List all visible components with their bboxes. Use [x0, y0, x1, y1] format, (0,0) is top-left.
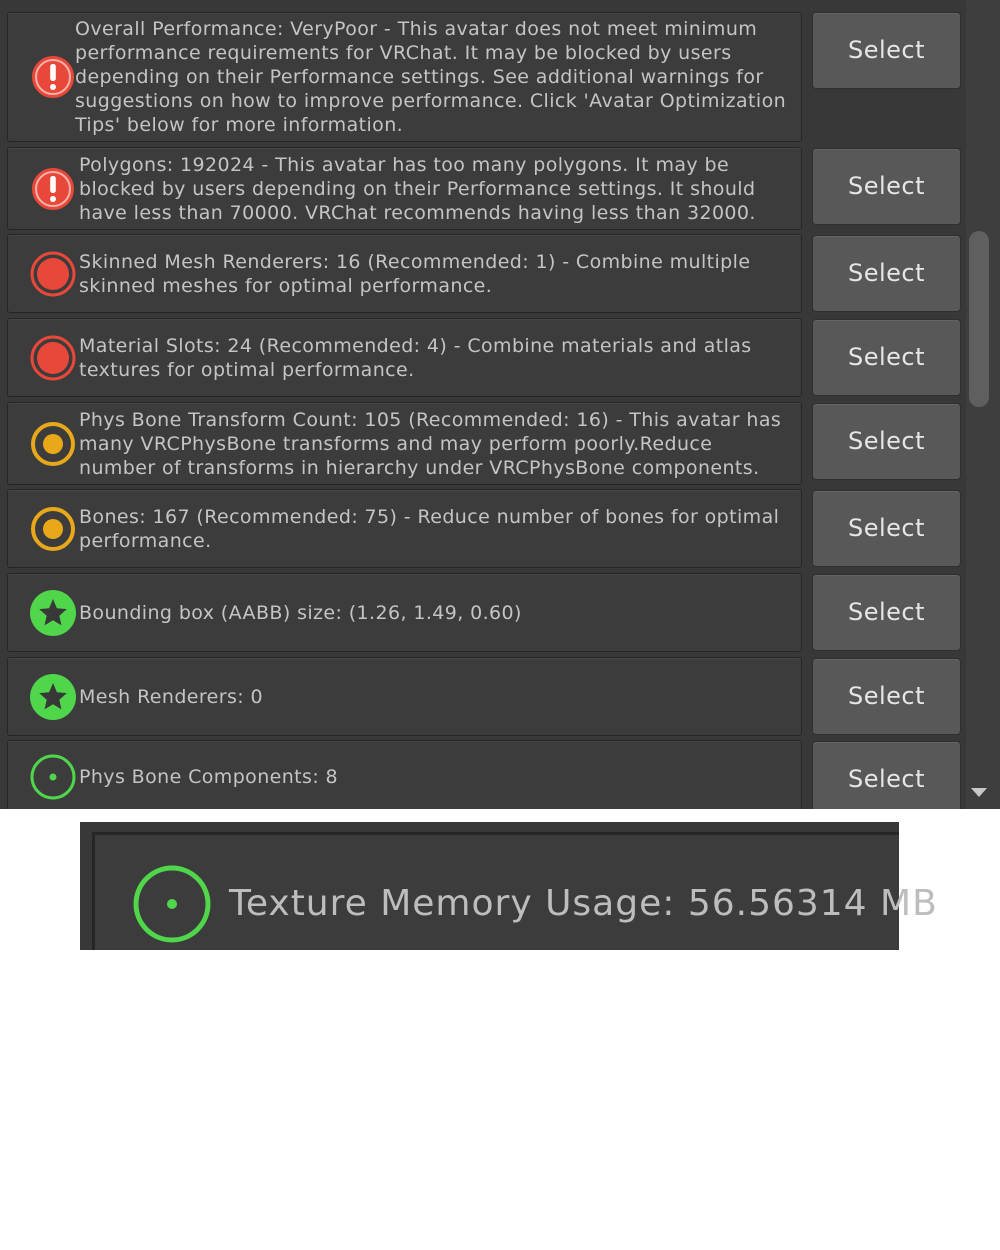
- message-box: Mesh Renderers: 0: [7, 657, 802, 736]
- green-star-icon: [30, 673, 76, 720]
- red-circle-icon: [30, 251, 76, 296]
- message-text: Material Slots: 24 (Recommended: 4) - Co…: [79, 334, 752, 381]
- vertical-scrollbar[interactable]: [966, 0, 1000, 809]
- texture-memory-zoom: Texture Memory Usage: 56.56314 MB: [80, 822, 937, 950]
- select-button[interactable]: Select: [812, 741, 961, 809]
- scroll-down-arrow-icon[interactable]: [971, 788, 987, 797]
- message-box: Polygons: 192024 - This avatar has too m…: [7, 147, 802, 230]
- message-box: Bounding box (AABB) size: (1.26, 1.49, 0…: [7, 573, 802, 652]
- green-star-icon: [30, 589, 76, 636]
- select-button[interactable]: Select: [812, 658, 961, 735]
- select-button[interactable]: Select: [812, 403, 961, 480]
- message-box: Skinned Mesh Renderers: 16 (Recommended:…: [7, 234, 802, 313]
- texture-memory-text: Texture Memory Usage: 56.56314 MB: [229, 883, 938, 924]
- message-box: Phys Bone Transform Count: 105 (Recommen…: [7, 402, 802, 485]
- message-text: Bounding box (AABB) size: (1.26, 1.49, 0…: [79, 601, 522, 624]
- message-box: Bones: 167 (Recommended: 75) - Reduce nu…: [7, 489, 802, 568]
- message-box: Material Slots: 24 (Recommended: 4) - Co…: [7, 318, 802, 397]
- select-button[interactable]: Select: [812, 148, 961, 225]
- message-text: Overall Performance: VeryPoor - This ava…: [75, 18, 787, 136]
- message-box: Texture Memory Usage: 56.56314 MB: [92, 832, 937, 950]
- green-ring-icon: [30, 754, 76, 800]
- select-button[interactable]: Select: [812, 574, 961, 651]
- message-text: Skinned Mesh Renderers: 16 (Recommended:…: [79, 250, 751, 297]
- scrollbar-thumb[interactable]: [969, 231, 989, 407]
- select-button[interactable]: Select: [812, 12, 961, 89]
- select-button[interactable]: Select: [812, 319, 961, 396]
- yellow-circle-icon: [31, 506, 75, 551]
- message-box: Overall Performance: VeryPoor - This ava…: [7, 12, 802, 142]
- exclamation-circle-icon: [32, 167, 74, 210]
- green-ring-icon: [133, 865, 211, 943]
- message-text: Mesh Renderers: 0: [79, 685, 264, 708]
- message-text: Phys Bone Transform Count: 105 (Recommen…: [79, 408, 782, 479]
- message-text: Polygons: 192024 - This avatar has too m…: [79, 153, 756, 224]
- select-button[interactable]: Select: [812, 235, 961, 312]
- red-circle-icon: [30, 335, 76, 380]
- message-text: Phys Bone Components: 8: [79, 766, 339, 788]
- yellow-circle-icon: [31, 421, 75, 466]
- performance-warnings-panel: Overall Performance: VeryPoor - This ava…: [0, 0, 1000, 809]
- message-box: Phys Bone Components: 8: [7, 740, 802, 809]
- select-button[interactable]: Select: [812, 490, 961, 567]
- exclamation-circle-icon: [32, 56, 74, 98]
- message-text: Bones: 167 (Recommended: 75) - Reduce nu…: [79, 505, 780, 552]
